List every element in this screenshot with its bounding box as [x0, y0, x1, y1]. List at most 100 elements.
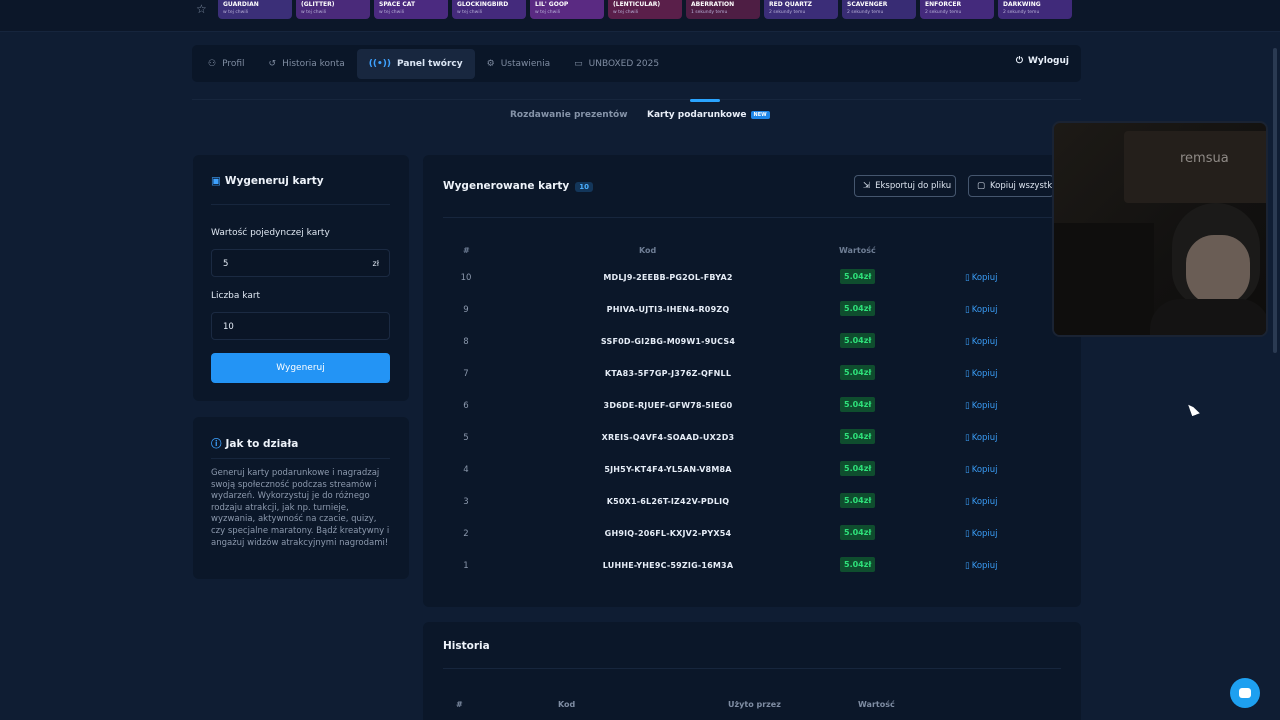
- currency-suffix: zł: [372, 259, 379, 268]
- card-value-badge: 5.04zł: [840, 301, 876, 316]
- ticker-item-name: LIL' GOOP: [535, 1, 569, 8]
- ticker-item[interactable]: GLOCKINGBIRD w tej chwili: [452, 0, 526, 19]
- generated-cards-panel: Wygenerowane karty 10 ⇲ Eksportuj do pliku…: [423, 155, 1081, 607]
- table-row: 3 K50X1-6L26T-IZ42V-PDLIQ 5.04zł ▯ Kopiuj: [443, 486, 1063, 518]
- row-index: 5: [463, 433, 469, 443]
- ticker-item-time: w tej chwili: [613, 10, 639, 15]
- gift-card-code: MDLJ9-2EEBB-PG2OL-FBYA2: [603, 273, 733, 282]
- ticker-item[interactable]: ABERRATION 1 sekundy temu: [686, 0, 760, 19]
- col-header-code: Kod: [639, 246, 657, 255]
- history-header-index: #: [456, 700, 463, 709]
- generate-cards-panel: ▣ Wygeneruj karty Wartość pojedynczej kar…: [193, 155, 409, 401]
- copy-code-button[interactable]: ▯ Kopiuj: [965, 561, 998, 571]
- copy-code-button[interactable]: ▯ Kopiuj: [965, 433, 998, 443]
- col-header-value: Wartość: [839, 246, 876, 255]
- ticker-item[interactable]: SCAVENGER 2 sekundy temu: [842, 0, 916, 19]
- history-header-used-by: Użyto przez: [728, 700, 781, 709]
- clipboard-icon: ▯: [965, 433, 970, 443]
- webcam-overlay: remsua: [1052, 121, 1268, 337]
- card-count-input[interactable]: 10: [211, 312, 390, 340]
- gift-card-code: 3D6DE-RJUEF-GFW78-5IEG0: [603, 401, 733, 410]
- ticker-item-time: 1 sekundy temu: [691, 10, 728, 15]
- clipboard-icon: ▯: [965, 401, 970, 411]
- gift-card-code: LUHHE-YHE9C-59ZIG-16M3A: [602, 561, 734, 570]
- copy-code-button[interactable]: ▯ Kopiuj: [965, 465, 998, 475]
- ticker-item-time: w tej chwili: [301, 10, 327, 15]
- clipboard-icon: ▯: [965, 497, 970, 507]
- ticker-item-name: RED QUARTZ: [769, 1, 813, 8]
- table-row: 2 GH9IQ-206FL-KXJV2-PYX54 5.04zł ▯ Kopiuj: [443, 518, 1063, 550]
- copy-all-button[interactable]: ▢ Kopiuj wszystkie: [968, 175, 1054, 197]
- clipboard-icon: ▯: [965, 369, 970, 379]
- page-scrollbar[interactable]: [1273, 48, 1277, 353]
- history-panel: Historia # Kod Użyto przez Wartość: [423, 622, 1081, 720]
- ticker-item[interactable]: RED QUARTZ 2 sekundy temu: [764, 0, 838, 19]
- clipboard-icon: ▯: [965, 273, 970, 283]
- gift-card-code: K50X1-6L26T-IZ42V-PDLIQ: [606, 497, 730, 506]
- clipboard-icon: ▯: [965, 465, 970, 475]
- copy-code-button[interactable]: ▯ Kopiuj: [965, 273, 998, 283]
- ticker-item-time: w tej chwili: [535, 10, 561, 15]
- clipboard-icon: ▯: [965, 529, 970, 539]
- user-icon: ⚇: [208, 58, 217, 69]
- card-value-badge: 5.04zł: [840, 397, 876, 412]
- ticker-item-time: 2 sekundy temu: [1003, 10, 1040, 15]
- star-icon[interactable]: ☆: [196, 2, 210, 16]
- how-it-works-panel: ⓘ Jak to działa Generuj karty podarunkowe…: [193, 417, 409, 579]
- webcam-person-face: [1186, 235, 1250, 305]
- ticker-item-name: ABERRATION: [691, 1, 735, 8]
- copy-code-button[interactable]: ▯ Kopiuj: [965, 497, 998, 507]
- nav-settings[interactable]: ⚙ Ustawienia: [475, 49, 563, 79]
- copy-code-button[interactable]: ▯ Kopiuj: [965, 305, 998, 315]
- history-header-value: Wartość: [858, 700, 895, 709]
- logout-button[interactable]: ⏻ Wyloguj: [1016, 56, 1069, 66]
- clipboard-icon: ▯: [965, 561, 970, 571]
- ticker-item-name: (GLITTER): [301, 1, 335, 8]
- ticker-item[interactable]: LIL' GOOP w tej chwili: [530, 0, 604, 19]
- ticker-item[interactable]: (LENTICULAR) w tej chwili: [608, 0, 682, 19]
- copy-code-button[interactable]: ▯ Kopiuj: [965, 401, 998, 411]
- nav-account-history[interactable]: ↺ Historia konta: [257, 49, 357, 79]
- table-row: 1 LUHHE-YHE9C-59ZIG-16M3A 5.04zł ▯ Kopiuj: [443, 550, 1063, 582]
- ticker-item[interactable]: SPACE CAT w tej chwili: [374, 0, 448, 19]
- history-header-code: Kod: [558, 700, 576, 709]
- card-value-input[interactable]: 5 zł: [211, 249, 390, 277]
- gift-card-code: PHIVA-UJTI3-IHEN4-R09ZQ: [606, 305, 730, 314]
- ticker-item[interactable]: DARKWING 2 sekundy temu: [998, 0, 1072, 19]
- card-value-badge: 5.04zł: [840, 557, 876, 572]
- gear-icon: ⚙: [486, 58, 495, 69]
- export-button[interactable]: ⇲ Eksportuj do pliku: [854, 175, 956, 197]
- webcam-wall-sign: remsua: [1180, 151, 1229, 166]
- copy-code-button[interactable]: ▯ Kopiuj: [965, 369, 998, 379]
- tab-gift-cards[interactable]: Karty podarunkowe NEW: [647, 110, 770, 120]
- generate-button[interactable]: Wygeneruj: [211, 353, 390, 383]
- table-row: 4 5JH5Y-KT4F4-YL5AN-V8M8A 5.04zł ▯ Kopiuj: [443, 454, 1063, 486]
- row-index: 8: [463, 337, 469, 347]
- active-tab-indicator: [690, 99, 720, 102]
- ticker-item[interactable]: ENFORCER 2 sekundy temu: [920, 0, 994, 19]
- row-index: 1: [463, 561, 469, 571]
- how-description: Generuj karty podarunkowe i nagradzaj sw…: [211, 468, 390, 548]
- chat-widget-button[interactable]: [1230, 678, 1260, 708]
- row-index: 6: [463, 401, 469, 411]
- tab-gift-giveaway[interactable]: Rozdawanie prezentów: [510, 110, 628, 120]
- nav-creator-panel[interactable]: ((•)) Panel twórcy: [356, 48, 475, 79]
- calendar-icon: ▭: [574, 58, 583, 69]
- nav-unboxed[interactable]: ▭ UNBOXED 2025: [562, 49, 671, 79]
- ticker-item-name: SCAVENGER: [847, 1, 888, 8]
- ticker-item-name: SPACE CAT: [379, 1, 416, 8]
- webcam-shadow: [1054, 223, 1154, 335]
- copy-code-button[interactable]: ▯ Kopiuj: [965, 337, 998, 347]
- card-value-badge: 5.04zł: [840, 493, 876, 508]
- gift-icon: ▣: [211, 175, 221, 187]
- generate-title: ▣ Wygeneruj karty: [211, 175, 324, 187]
- ticker-item[interactable]: (GLITTER) w tej chwili: [296, 0, 370, 19]
- ticker-item-time: 2 sekundy temu: [925, 10, 962, 15]
- nav-profile[interactable]: ⚇ Profil: [196, 49, 257, 79]
- ticker-item-name: ENFORCER: [925, 1, 962, 8]
- card-value-badge: 5.04zł: [840, 461, 876, 476]
- copy-code-button[interactable]: ▯ Kopiuj: [965, 529, 998, 539]
- ticker-item[interactable]: GUARDIAN w tej chwili: [218, 0, 292, 19]
- clipboard-icon: ▢: [977, 181, 986, 191]
- cards-count-badge: 10: [575, 182, 593, 192]
